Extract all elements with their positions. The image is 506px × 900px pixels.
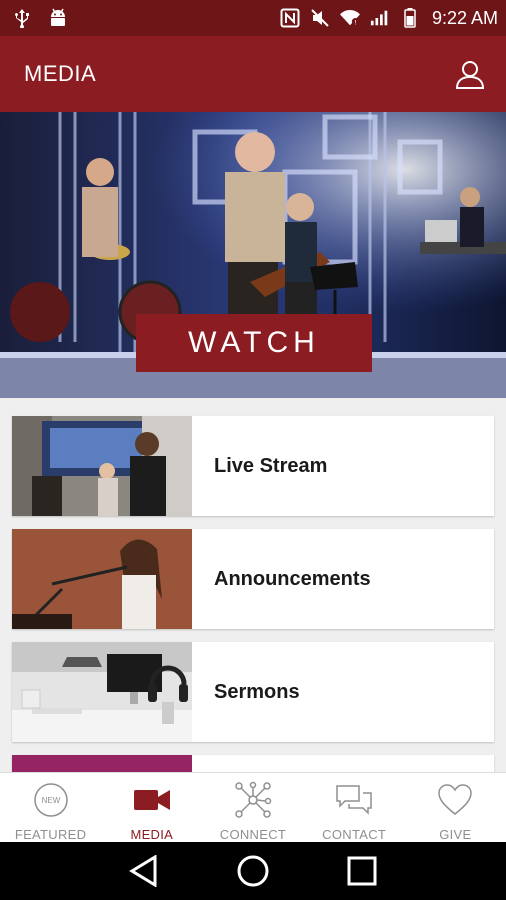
new-badge-icon: NEW — [31, 781, 71, 819]
back-button[interactable] — [124, 851, 164, 891]
app-bar: MEDIA — [0, 36, 506, 112]
android-icon — [48, 8, 68, 28]
list-item-sermons[interactable]: Sermons — [12, 642, 494, 742]
list-item-label: Live Stream — [214, 454, 328, 477]
signal-icon — [370, 8, 390, 28]
home-circle-icon — [237, 855, 269, 887]
video-camera-icon — [132, 781, 172, 819]
partial-thumbnail — [12, 755, 192, 772]
back-triangle-icon — [129, 855, 157, 887]
tab-connect[interactable]: CONNECT — [202, 773, 303, 842]
status-bar: ! 9:22 AM — [0, 0, 506, 36]
svg-text:NEW: NEW — [41, 796, 60, 805]
tab-contact[interactable]: CONTACT — [304, 773, 405, 842]
sermons-thumbnail — [12, 642, 192, 742]
status-time: 9:22 AM — [431, 7, 498, 28]
live-stream-thumbnail — [12, 416, 192, 516]
list-item-announcements[interactable]: Announcements — [12, 529, 494, 629]
tab-label: CONTACT — [322, 827, 387, 842]
chat-bubbles-icon — [334, 781, 374, 819]
svg-text:!: ! — [354, 19, 357, 26]
tab-give[interactable]: GIVE — [405, 773, 506, 842]
page-title: MEDIA — [24, 61, 97, 86]
tab-label: MEDIA — [130, 827, 174, 842]
user-icon — [455, 61, 485, 89]
recents-button[interactable] — [342, 851, 382, 891]
tab-label: FEATURED — [14, 827, 87, 842]
list-item-label: Sermons — [214, 680, 300, 703]
home-button[interactable] — [233, 851, 273, 891]
tab-label: GIVE — [439, 827, 472, 842]
bottom-tab-bar: NEW FEATURED MEDIA CONNECT CONTACT GIVE — [0, 772, 506, 842]
list-item-live-stream[interactable]: Live Stream — [12, 416, 494, 516]
mute-icon — [310, 8, 330, 28]
nfc-icon — [280, 8, 300, 28]
network-icon — [233, 781, 273, 819]
media-list: Live Stream Announcements Sermons — [0, 398, 506, 772]
tab-label: CONNECT — [219, 827, 287, 842]
hero-banner[interactable]: WATCH — [0, 112, 506, 398]
wifi-icon: ! — [339, 8, 360, 28]
recents-square-icon — [347, 856, 377, 886]
tab-featured[interactable]: NEW FEATURED — [0, 773, 101, 842]
profile-button[interactable] — [450, 54, 490, 94]
watch-button[interactable]: WATCH — [136, 314, 372, 372]
announcements-thumbnail — [12, 529, 192, 629]
list-item-partial[interactable] — [12, 755, 494, 772]
tab-media[interactable]: MEDIA — [101, 773, 202, 842]
battery-icon — [400, 8, 420, 28]
heart-icon — [435, 781, 475, 819]
system-navigation-bar — [0, 842, 506, 900]
usb-icon — [12, 8, 32, 28]
list-item-label: Announcements — [214, 567, 371, 590]
